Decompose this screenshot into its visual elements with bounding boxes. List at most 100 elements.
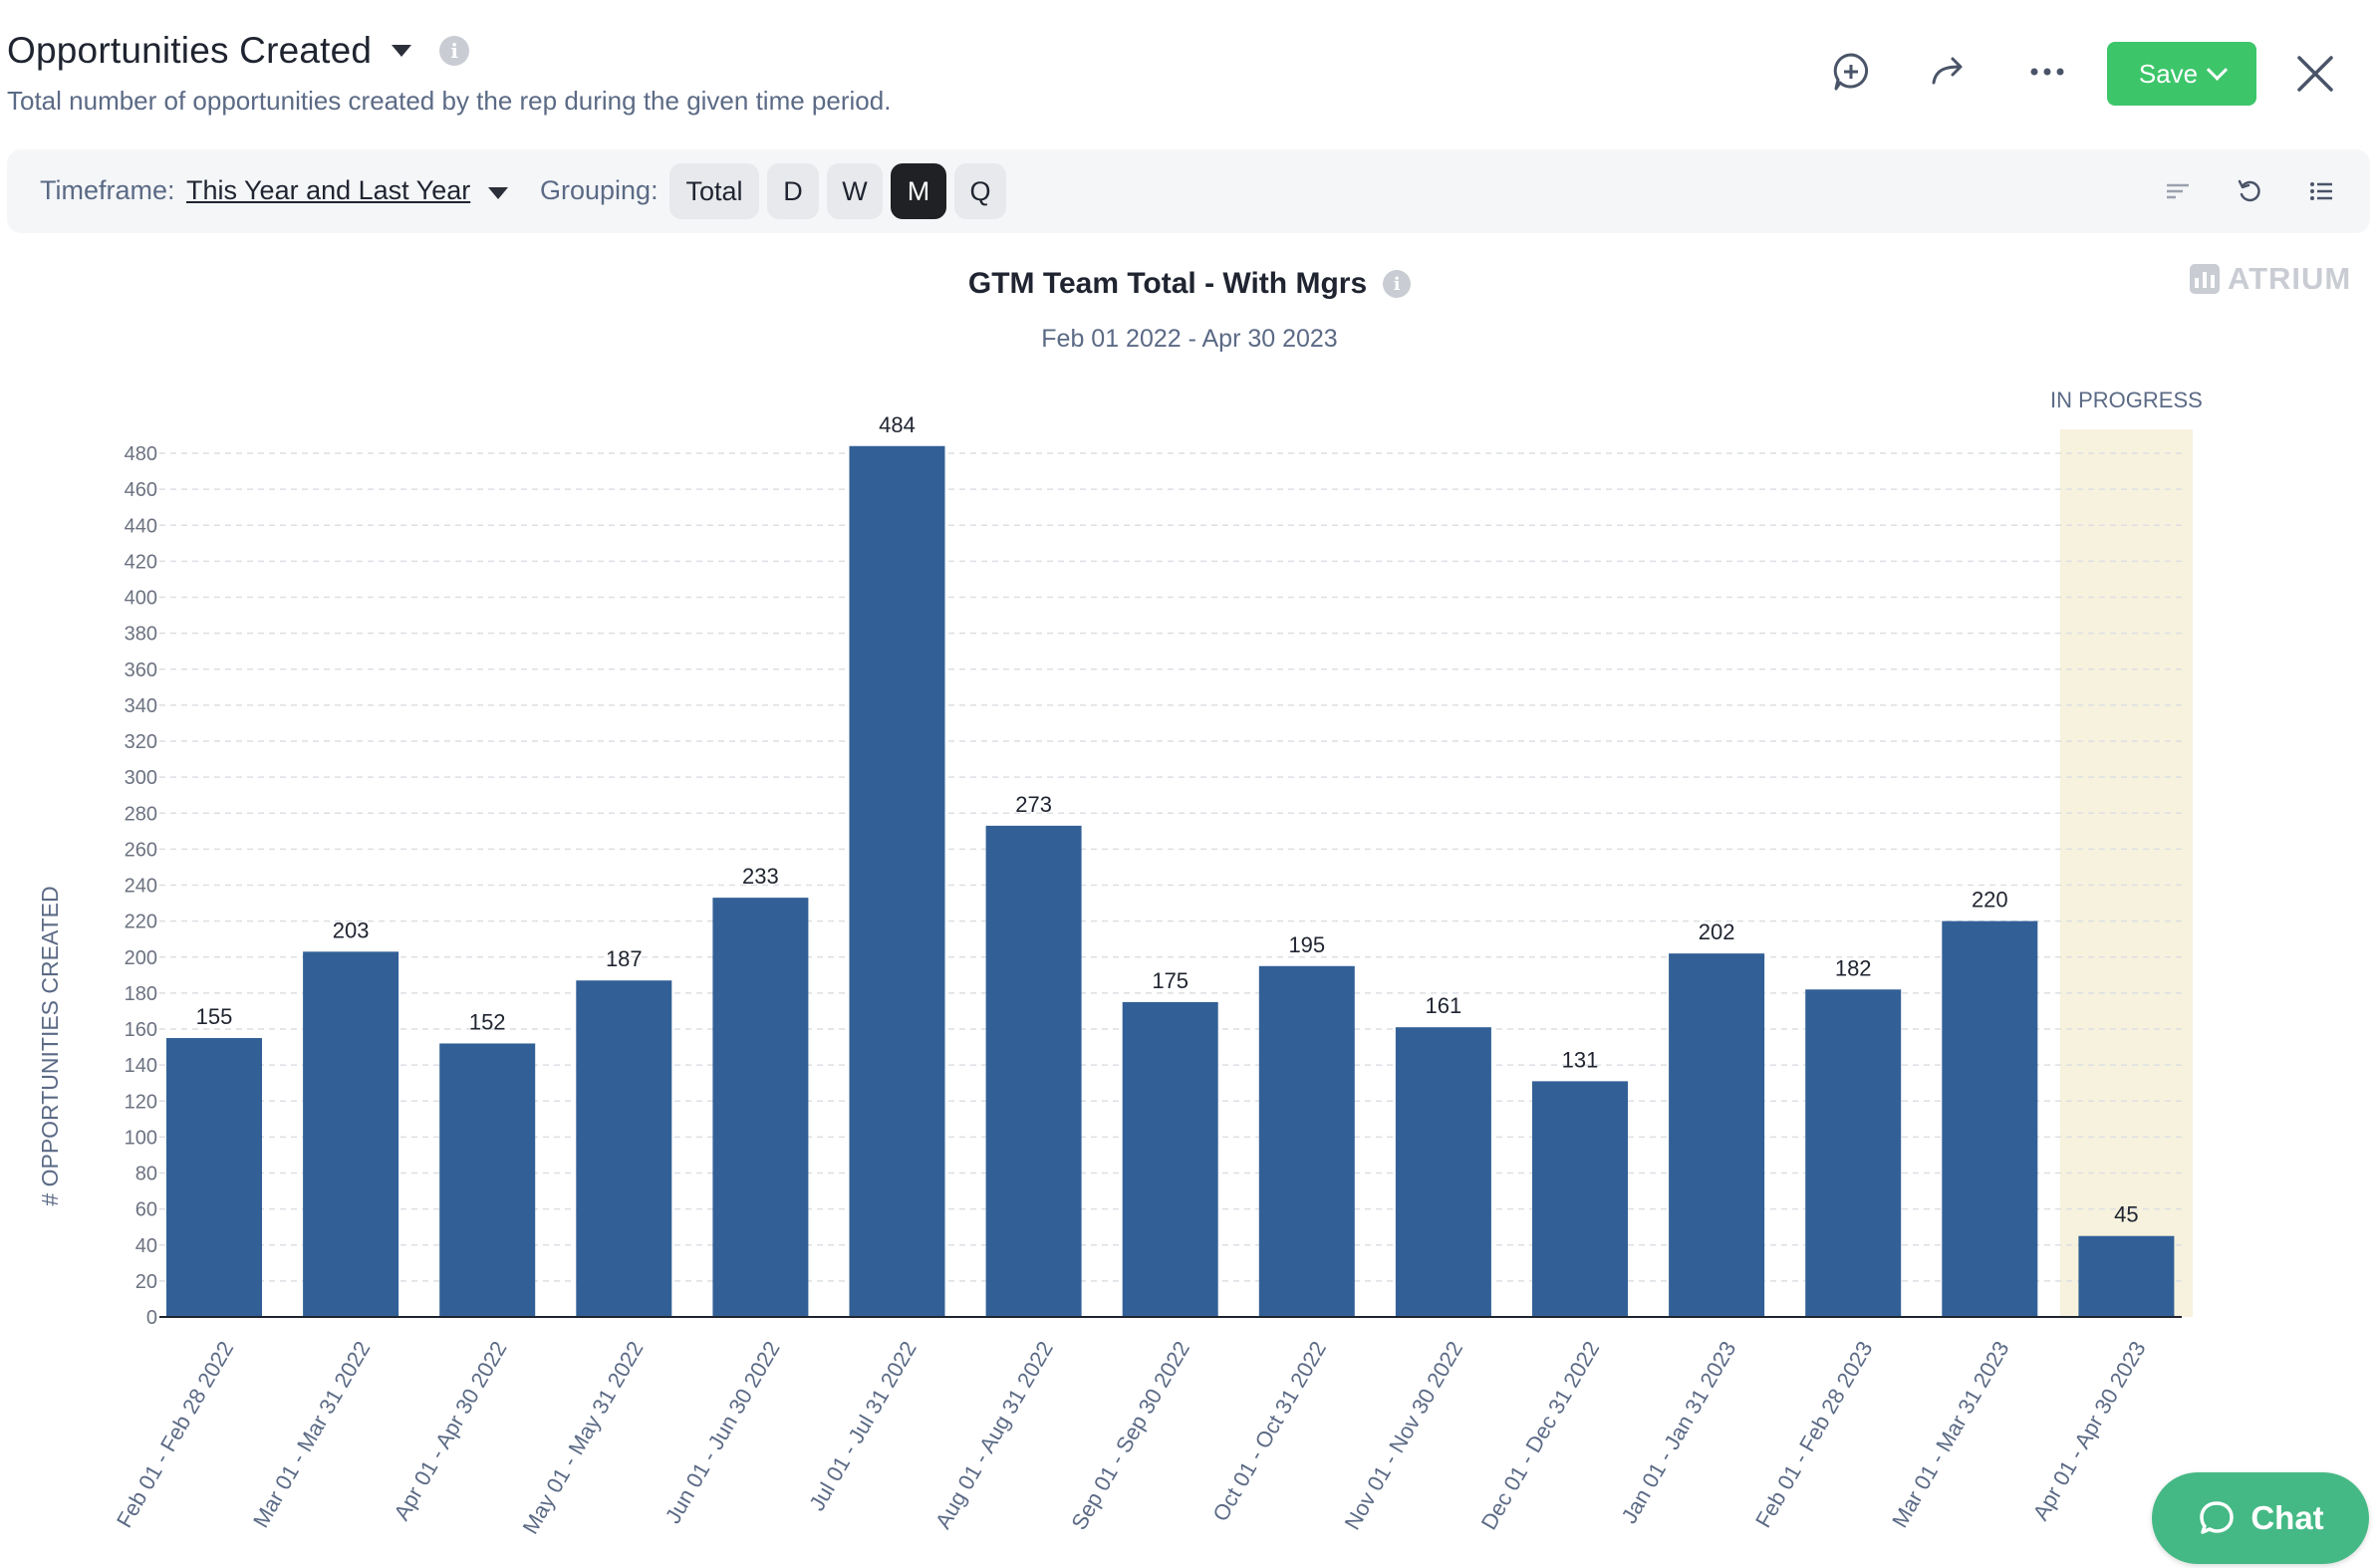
grouping-label: Grouping: — [540, 175, 659, 205]
share-icon-svg — [1932, 57, 1963, 85]
grouping-month-button[interactable]: M — [891, 163, 946, 219]
grouping-day-button[interactable]: D — [767, 163, 819, 219]
in-progress-label: IN PROGRESS — [2050, 388, 2203, 412]
bar-value-label: 233 — [742, 864, 779, 889]
y-tick-label: 80 — [135, 1164, 157, 1185]
chart-title-inner: GTM Team Total - With Mgrs i — [968, 267, 1412, 301]
y-tick-label: 340 — [125, 695, 157, 717]
chart-info-icon[interactable]: i — [1383, 270, 1412, 298]
y-tick-label: 160 — [125, 1019, 157, 1041]
timeframe-select[interactable]: This Year and Last Year — [186, 175, 470, 206]
grouping-total-button[interactable]: Total — [669, 163, 759, 219]
x-tick-label: Feb 01 - Feb 28 2022 — [112, 1337, 238, 1532]
y-tick-label: 20 — [135, 1271, 157, 1293]
bar — [2078, 1235, 2175, 1317]
title-row: Opportunities Created i — [7, 30, 470, 72]
x-tick-label: Dec 01 - Dec 31 2022 — [1476, 1337, 1605, 1534]
chat-button[interactable]: Chat — [2152, 1472, 2369, 1564]
save-button-label: Save — [2138, 58, 2199, 89]
bar-value-label: 484 — [879, 412, 916, 437]
y-tick-label: 100 — [125, 1127, 157, 1149]
y-tick-label: 460 — [125, 479, 157, 501]
x-tick-label: Mar 01 - Mar 31 2023 — [1887, 1337, 2013, 1532]
y-tick-label: 240 — [125, 876, 157, 898]
bar — [1395, 1027, 1491, 1317]
share-icon[interactable] — [1921, 44, 1977, 100]
more-options-icon[interactable] — [2019, 44, 2075, 100]
chart-title-row: GTM Team Total - With Mgrs i — [0, 267, 2379, 301]
grouping-quarter-button[interactable]: Q — [954, 163, 1006, 219]
x-tick-label: Mar 01 - Mar 31 2022 — [248, 1337, 375, 1532]
bar-value-label: 45 — [2114, 1202, 2138, 1227]
info-icon[interactable]: i — [439, 36, 470, 66]
x-tick-label: Sep 01 - Sep 30 2022 — [1066, 1337, 1194, 1534]
bar — [712, 898, 809, 1317]
y-tick-label: 40 — [135, 1235, 157, 1257]
y-tick-label: 380 — [125, 624, 157, 646]
timeframe-dropdown-icon[interactable] — [488, 187, 508, 199]
bar-value-label: 155 — [196, 1004, 233, 1029]
bar-value-label: 161 — [1426, 993, 1462, 1018]
bar — [1805, 989, 1902, 1317]
bar-value-label: 187 — [606, 946, 643, 971]
reset-icon[interactable] — [2230, 171, 2269, 211]
in-progress-band — [2059, 429, 2193, 1317]
bar — [1258, 965, 1355, 1317]
bar-value-label: 202 — [1699, 919, 1735, 944]
report-subtitle: Total number of opportunities created by… — [7, 86, 892, 116]
sort-icon-svg — [2167, 183, 2189, 199]
comment-icon-svg — [1833, 53, 1869, 91]
bar — [576, 980, 672, 1317]
bar-value-label: 220 — [1972, 888, 2008, 913]
x-tick-label: Nov 01 - Nov 30 2022 — [1340, 1337, 1468, 1534]
bar — [1669, 953, 1765, 1317]
x-tick-label: May 01 - May 31 2022 — [518, 1337, 649, 1538]
x-tick-label: Jan 01 - Jan 31 2023 — [1616, 1337, 1740, 1528]
list-view-icon-svg — [2310, 182, 2332, 200]
y-tick-label: 320 — [125, 731, 157, 753]
timeframe-label: Timeframe: — [40, 175, 175, 205]
close-icon[interactable] — [2287, 46, 2343, 102]
x-tick-label: Aug 01 - Aug 31 2022 — [930, 1337, 1058, 1533]
list-view-icon[interactable] — [2301, 171, 2341, 211]
atrium-logo-icon — [2190, 264, 2220, 294]
y-tick-label: 180 — [125, 983, 157, 1005]
more-options-icon-svg — [2030, 68, 2064, 76]
x-tick-label: Feb 01 - Feb 28 2023 — [1750, 1337, 1877, 1532]
save-button[interactable]: Save — [2107, 42, 2256, 106]
bar — [985, 825, 1082, 1317]
x-tick-label: Oct 01 - Oct 31 2022 — [1207, 1337, 1331, 1525]
atrium-logo-text: ATRIUM — [2228, 261, 2352, 296]
chart-date-range: Feb 01 2022 - Apr 30 2023 — [1041, 325, 1338, 353]
bar-chart: IN PROGRESS 0 20 40 60 80 100 120 140 160 180 200 22… — [37, 388, 2203, 1538]
y-axis-title: # OPPORTUNITIES CREATED — [37, 886, 63, 1205]
bar — [1122, 1001, 1218, 1317]
y-tick-label: 260 — [125, 839, 157, 861]
bar — [439, 1043, 536, 1317]
x-tick-label: Jul 01 - Jul 31 2022 — [804, 1337, 922, 1515]
bar — [303, 951, 399, 1317]
chat-bubble-icon — [2200, 1501, 2235, 1534]
sort-icon[interactable] — [2158, 171, 2198, 211]
reset-icon-svg — [2238, 179, 2260, 202]
y-tick-label: 140 — [125, 1055, 157, 1077]
bar-value-label: 175 — [1152, 968, 1189, 993]
y-tick-label: 480 — [125, 443, 157, 465]
bar-value-label: 203 — [333, 917, 370, 942]
x-tick-label: Jun 01 - Jun 30 2022 — [661, 1337, 785, 1528]
y-tick-label: 60 — [135, 1199, 157, 1221]
bar-value-label: 273 — [1015, 792, 1052, 817]
bar — [1942, 920, 2038, 1317]
y-tick-label: 400 — [125, 588, 157, 610]
report-title[interactable]: Opportunities Created — [7, 30, 372, 72]
y-tick-label: 420 — [125, 551, 157, 573]
y-tick-label: 300 — [125, 767, 157, 789]
grouping-week-button[interactable]: W — [827, 163, 883, 219]
bar — [849, 445, 945, 1317]
title-dropdown-icon[interactable] — [392, 45, 412, 57]
comment-icon[interactable] — [1823, 44, 1879, 100]
bar-value-label: 152 — [469, 1009, 506, 1034]
chat-label: Chat — [2250, 1499, 2324, 1536]
atrium-logo: ATRIUM — [2190, 261, 2351, 297]
y-tick-label: 0 — [146, 1307, 157, 1329]
